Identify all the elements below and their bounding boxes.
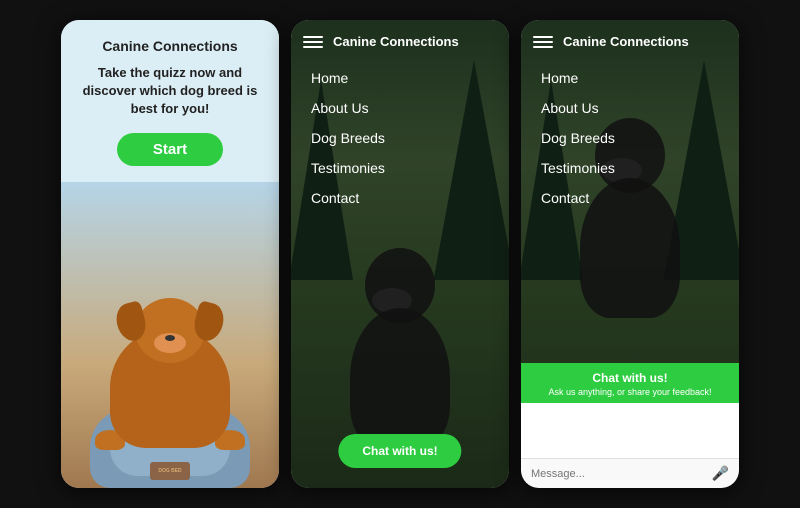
nav-item-testimonies-3[interactable]: Testimonies: [541, 160, 615, 176]
chat-body: [521, 403, 739, 458]
chat-header: Chat with us! Ask us anything, or share …: [521, 363, 739, 403]
nav-title-3: Canine Connections: [563, 34, 689, 49]
nav-header-2: Canine Connections: [291, 20, 509, 59]
bed-tag: DOG BED: [150, 462, 190, 480]
dog-body: [110, 328, 230, 448]
nav-item-about-2[interactable]: About Us: [311, 100, 385, 116]
chat-input-row: 🎤: [521, 458, 739, 488]
nav-menu-3: Home About Us Dog Breeds Testimonies Con…: [541, 70, 615, 206]
dog-ear-left: [113, 300, 150, 344]
mic-icon[interactable]: 🎤: [712, 465, 729, 482]
chat-float-button[interactable]: Chat with us!: [338, 434, 461, 468]
dog-area: DOG BED: [61, 182, 279, 488]
dog-nose: [165, 335, 175, 341]
dog-snout: [154, 333, 186, 353]
bed-tag-text: DOG BED: [158, 468, 181, 474]
screen2-phone: Canine Connections Home About Us Dog Bre…: [291, 20, 509, 488]
nav-item-breeds-3[interactable]: Dog Breeds: [541, 130, 615, 146]
screens-container: Canine Connections Take the quizz now an…: [51, 10, 749, 498]
nav-item-home-2[interactable]: Home: [311, 70, 385, 86]
hamburger-icon-2[interactable]: [303, 36, 323, 48]
nav-item-about-3[interactable]: About Us: [541, 100, 615, 116]
nav-item-testimonies-2[interactable]: Testimonies: [311, 160, 385, 176]
chat-header-subtitle: Ask us anything, or share your feedback!: [533, 387, 727, 397]
nav-item-home-3[interactable]: Home: [541, 70, 615, 86]
nav-item-breeds-2[interactable]: Dog Breeds: [311, 130, 385, 146]
nav-title-2: Canine Connections: [333, 34, 459, 49]
chat-header-title: Chat with us!: [533, 371, 727, 385]
nav-item-contact-2[interactable]: Contact: [311, 190, 385, 206]
hamburger-icon-3[interactable]: [533, 36, 553, 48]
screen1-phone: Canine Connections Take the quizz now an…: [61, 20, 279, 488]
chat-widget: Chat with us! Ask us anything, or share …: [521, 363, 739, 488]
app-title-1: Canine Connections: [77, 38, 263, 54]
screen1-top: Canine Connections Take the quizz now an…: [61, 20, 279, 182]
screen3-phone: Canine Connections Home About Us Dog Bre…: [521, 20, 739, 488]
nav-header-3: Canine Connections: [521, 20, 739, 59]
dog-illustration: DOG BED: [80, 268, 260, 488]
nav-menu-2: Home About Us Dog Breeds Testimonies Con…: [311, 70, 385, 206]
start-button[interactable]: Start: [117, 133, 223, 166]
tagline: Take the quizz now and discover which do…: [77, 64, 263, 119]
dog-ear-right: [191, 300, 228, 344]
nav-item-contact-3[interactable]: Contact: [541, 190, 615, 206]
dog-silhouette-2: [330, 248, 470, 448]
chat-message-input[interactable]: [531, 468, 706, 480]
dog-head: [135, 298, 205, 363]
dog-sil-body-2: [350, 308, 450, 448]
